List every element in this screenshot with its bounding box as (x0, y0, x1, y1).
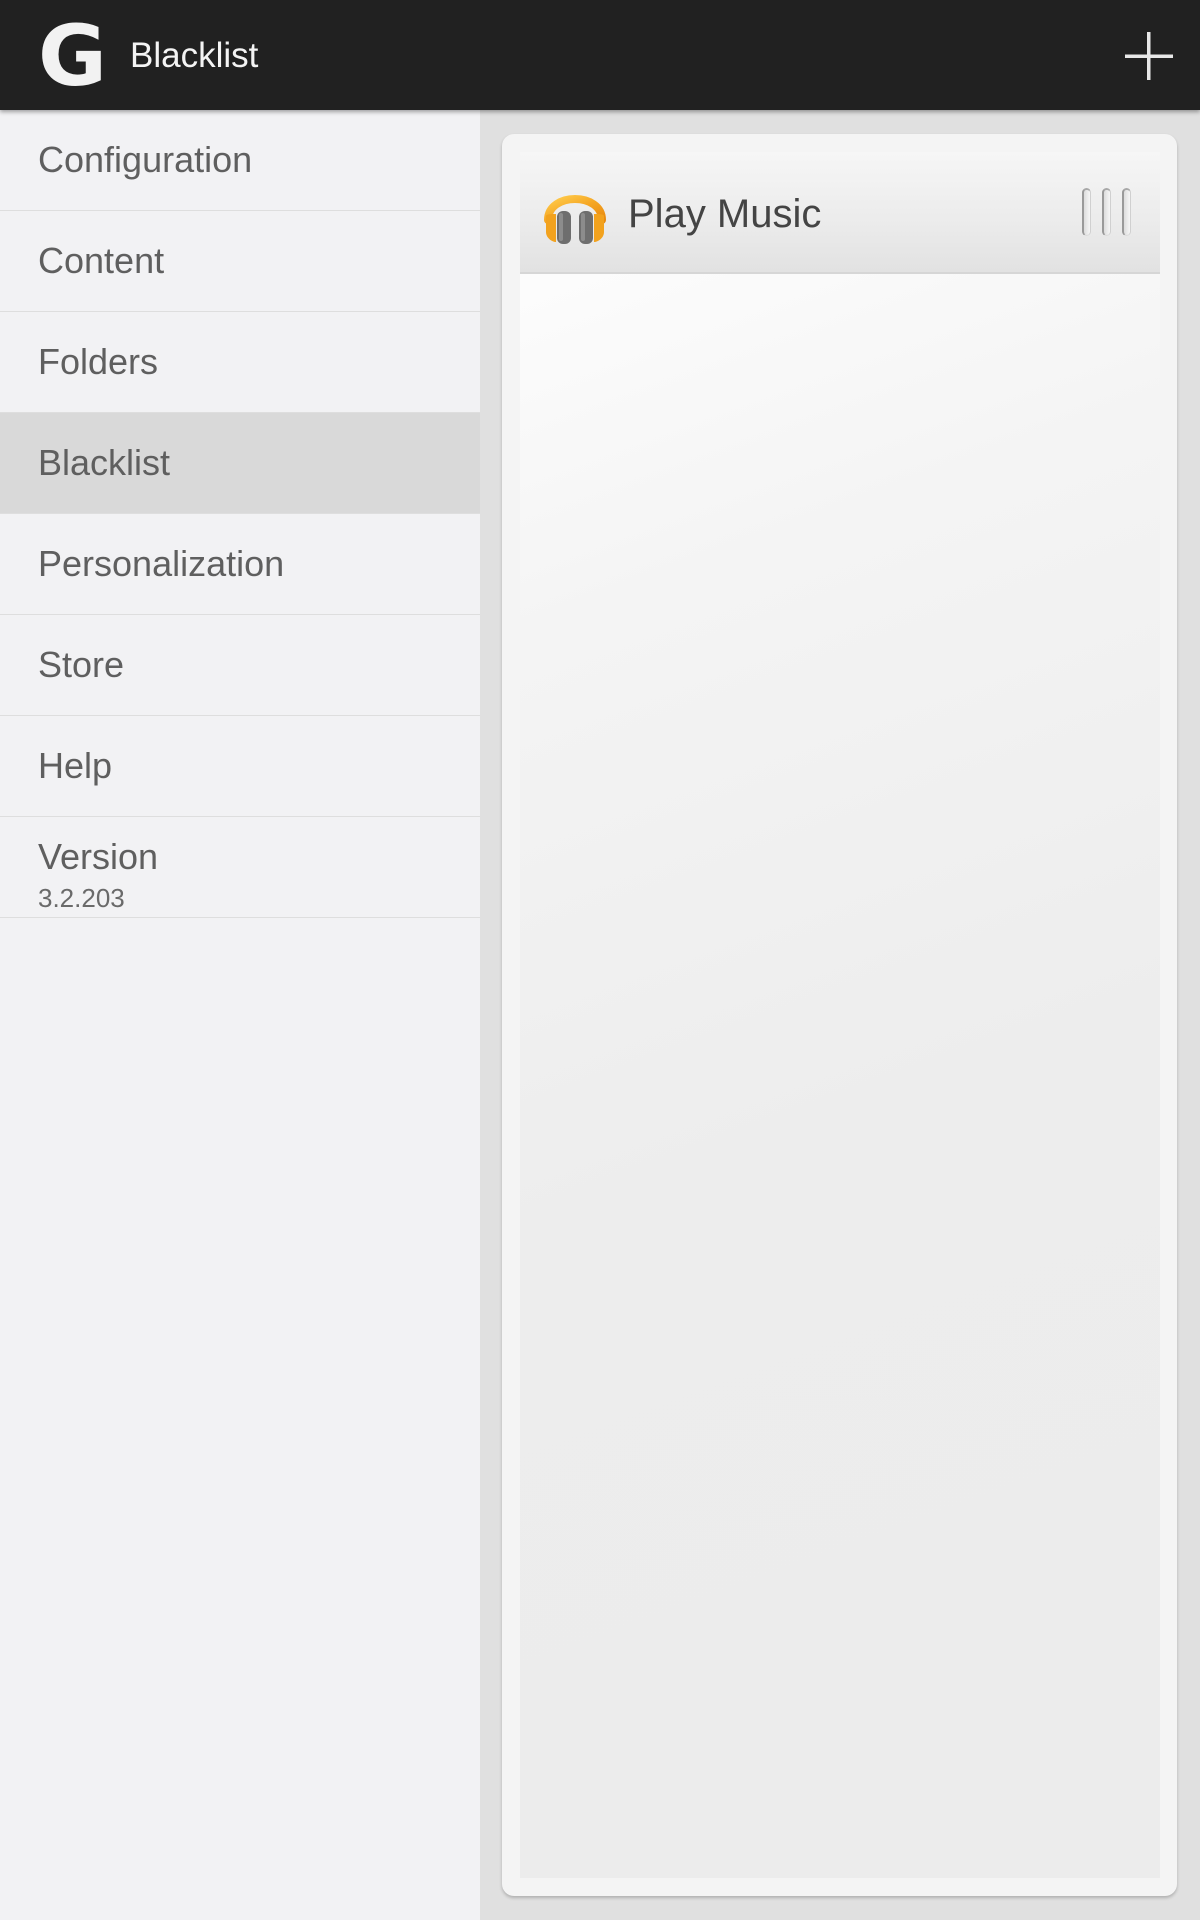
sidebar-item-label: Content (38, 240, 165, 281)
grip-bar (1122, 188, 1131, 236)
sidebar-item-label: Folders (38, 341, 159, 382)
sidebar-item-label: Blacklist (38, 442, 171, 483)
version-number: 3.2.203 (38, 883, 125, 913)
sidebar-nav: Configuration Content Folders Blacklist … (0, 110, 480, 1920)
sidebar-item-content[interactable]: Content (0, 211, 480, 312)
page-title: Blacklist (130, 36, 259, 75)
grip-bar (1102, 188, 1111, 236)
grip-bar (1082, 188, 1091, 236)
sidebar-item-label: Configuration (38, 139, 253, 180)
sidebar-item-label: Help (38, 745, 113, 786)
sidebar-item-configuration[interactable]: Configuration (0, 110, 480, 211)
sidebar-item-label: Store (38, 644, 125, 685)
sidebar-item-folders[interactable]: Folders (0, 312, 480, 413)
sidebar-item-version: Version 3.2.203 (0, 817, 480, 918)
blacklist-list[interactable]: Play Music (520, 152, 1160, 1878)
list-item[interactable]: Play Music (520, 152, 1160, 274)
sidebar-item-blacklist[interactable]: Blacklist (0, 413, 480, 514)
plus-icon (1125, 32, 1173, 80)
sidebar-item-label: Personalization (38, 543, 285, 584)
action-bar: G Blacklist (0, 0, 1200, 110)
sidebar-item-store[interactable]: Store (0, 615, 480, 716)
headphones-icon (544, 195, 606, 244)
sidebar-item-help[interactable]: Help (0, 716, 480, 817)
add-button[interactable] (1118, 26, 1180, 88)
item-label: Play Music (628, 192, 822, 236)
drag-handle-icon[interactable] (1080, 188, 1136, 240)
sidebar-item-personalization[interactable]: Personalization (0, 514, 480, 615)
version-label: Version (38, 836, 159, 877)
app-logo-icon[interactable]: G (38, 14, 108, 98)
blacklist-card: Play Music (502, 134, 1177, 1896)
pane-divider (480, 110, 502, 1920)
